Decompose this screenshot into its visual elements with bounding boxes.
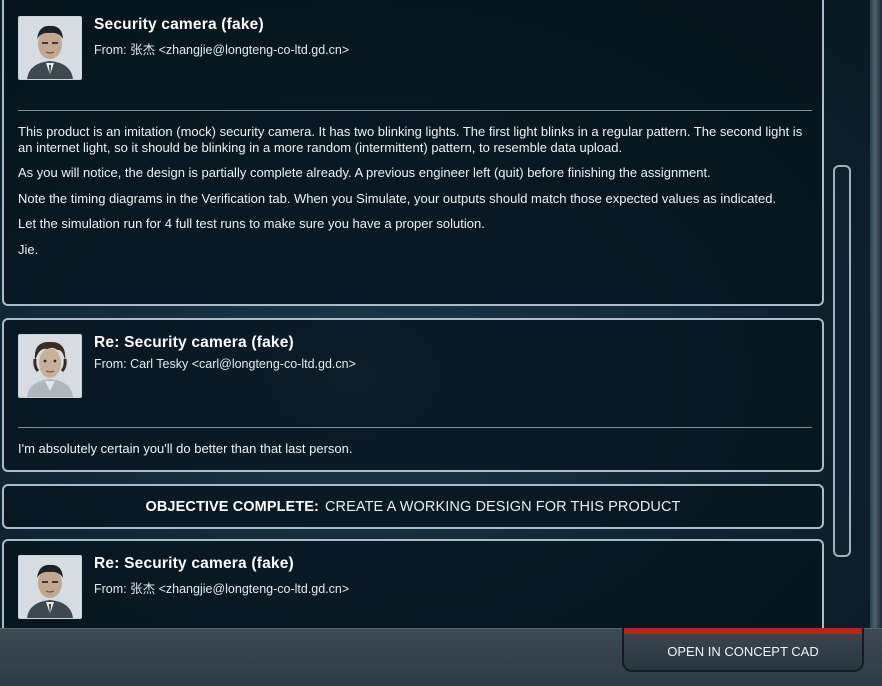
avatar-zhangjie [18, 16, 82, 80]
message-sender: From: 张杰 <zhangjie@longteng-co-ltd.gd.cn… [94, 43, 350, 57]
message-card: Security camera (fake) From: 张杰 <zhangji… [2, 0, 824, 306]
message-card: Re: Security camera (fake) From: 张杰 <zha… [2, 539, 824, 639]
message-divider [18, 110, 812, 111]
window-frame-right [870, 0, 882, 630]
objective-text: CREATE A WORKING DESIGN FOR THIS PRODUCT [324, 498, 681, 515]
message-divider [18, 427, 812, 428]
avatar-zhangjie [18, 555, 82, 619]
button-accent-stripe [624, 628, 862, 634]
message-paragraph: Note the timing diagrams in the Verifica… [18, 190, 777, 206]
message-subject: Security camera (fake) [94, 16, 264, 33]
message-paragraph: I'm absolutely certain you'll do better … [18, 441, 353, 456]
message-paragraph: This product is an imitation (mock) secu… [18, 124, 803, 155]
message-body: This product is an imitation (mock) secu… [18, 124, 808, 267]
message-body: I'm absolutely certain you'll do better … [18, 441, 808, 467]
objective-status: OBJECTIVE COMPLETE: [145, 498, 319, 515]
message-sender: From: 张杰 <zhangjie@longteng-co-ltd.gd.cn… [94, 582, 350, 596]
open-in-concept-cad-button[interactable]: OPEN IN CONCEPT CAD [622, 628, 864, 672]
scrollbar-thumb[interactable] [833, 165, 851, 557]
message-paragraph: Jie. [18, 241, 39, 257]
message-card: Re: Security camera (fake) From: Carl Te… [2, 318, 824, 472]
message-subject: Re: Security camera (fake) [94, 334, 294, 351]
message-paragraph: Let the simulation run for 4 full test r… [18, 216, 485, 231]
message-sender: From: Carl Tesky <carl@longteng-co-ltd.g… [94, 357, 356, 371]
open-button-label: OPEN IN CONCEPT CAD [667, 643, 819, 659]
objective-banner: OBJECTIVE COMPLETE: CREATE A WORKING DES… [2, 484, 824, 529]
avatar-carl [18, 334, 82, 398]
message-paragraph: As you will notice, the design is partia… [18, 165, 711, 180]
message-subject: Re: Security camera (fake) [94, 555, 294, 572]
